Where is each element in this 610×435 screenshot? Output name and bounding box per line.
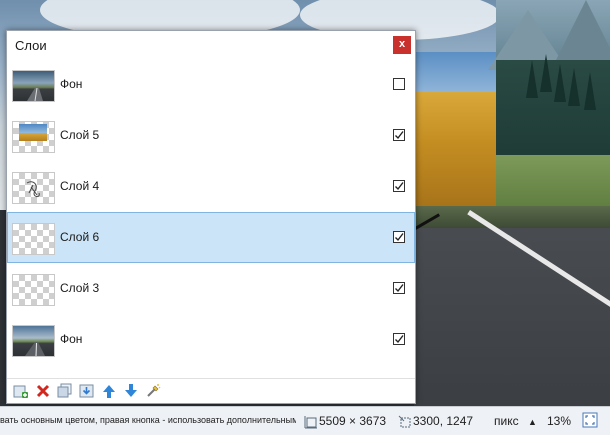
check-icon bbox=[395, 233, 404, 242]
zoom-to-window-icon[interactable] bbox=[582, 412, 598, 431]
layer-row[interactable]: Слой 5 bbox=[7, 110, 415, 161]
layer-thumbnail bbox=[13, 122, 54, 152]
status-hint: вать основным цветом, правая кнопка - ис… bbox=[0, 415, 296, 425]
merge-down-icon[interactable] bbox=[79, 383, 95, 399]
zoom-level[interactable]: 13% bbox=[547, 414, 571, 428]
tree bbox=[526, 60, 538, 98]
move-up-icon[interactable] bbox=[101, 383, 117, 399]
road-shoulder bbox=[414, 206, 610, 228]
units-label: пикс bbox=[494, 414, 519, 428]
cursor-position-value: 3300, 1247 bbox=[413, 414, 474, 428]
tree bbox=[584, 72, 596, 110]
layer-list: Фон Слой 5 Слой 4 Слой 6 Слой 3 Фон bbox=[7, 59, 415, 365]
visibility-checkbox[interactable] bbox=[393, 180, 405, 192]
road bbox=[414, 206, 610, 406]
add-layer-icon[interactable] bbox=[13, 383, 29, 399]
image-size-indicator: 5509 × 3673 bbox=[304, 414, 386, 429]
visibility-checkbox[interactable] bbox=[393, 333, 405, 345]
image-size-icon bbox=[304, 415, 317, 429]
image-size-value: 5509 × 3673 bbox=[319, 414, 387, 428]
window-title: Слои bbox=[15, 38, 47, 53]
visibility-checkbox[interactable] bbox=[393, 282, 405, 294]
status-bar: вать основным цветом, правая кнопка - ис… bbox=[0, 406, 610, 435]
layer-thumbnail bbox=[13, 224, 54, 254]
layer-thumbnail bbox=[13, 275, 54, 305]
cursor-position-icon bbox=[398, 415, 411, 428]
tree bbox=[554, 64, 566, 102]
check-icon bbox=[395, 284, 404, 293]
meadow bbox=[496, 155, 610, 210]
units-selector[interactable]: пикс ▲ bbox=[494, 414, 537, 428]
tree bbox=[568, 68, 580, 106]
layer-name: Слой 4 bbox=[60, 179, 100, 193]
check-icon bbox=[395, 131, 404, 140]
layer-name: Фон bbox=[60, 332, 83, 346]
delete-layer-icon[interactable] bbox=[35, 383, 51, 399]
units-dropdown-arrow-icon[interactable]: ▲ bbox=[528, 417, 537, 427]
forest bbox=[496, 54, 610, 160]
wheat-sky bbox=[414, 52, 496, 92]
duplicate-layer-icon[interactable] bbox=[57, 383, 73, 399]
wheat-field bbox=[414, 92, 496, 206]
layer-row[interactable]: Слой 6 bbox=[7, 212, 415, 263]
move-down-icon[interactable] bbox=[123, 383, 139, 399]
layer-row[interactable]: Фон bbox=[7, 314, 415, 365]
layer-properties-icon[interactable] bbox=[145, 383, 161, 399]
check-icon bbox=[395, 182, 404, 191]
layer-row[interactable]: Слой 4 bbox=[7, 161, 415, 212]
visibility-checkbox[interactable] bbox=[393, 231, 405, 243]
cursor-position-indicator: 3300, 1247 bbox=[398, 414, 473, 429]
check-icon bbox=[395, 335, 404, 344]
visibility-checkbox[interactable] bbox=[393, 129, 405, 141]
close-button[interactable]: x bbox=[393, 36, 411, 54]
layer-row[interactable]: Слой 3 bbox=[7, 263, 415, 314]
visibility-checkbox[interactable] bbox=[393, 78, 405, 90]
layer-name: Слой 6 bbox=[60, 230, 100, 244]
layer-thumbnail bbox=[13, 326, 54, 356]
layer-name: Фон bbox=[60, 77, 83, 91]
layer-thumbnail bbox=[13, 173, 54, 203]
tree bbox=[540, 54, 552, 92]
window-titlebar[interactable]: Слои x bbox=[7, 31, 415, 59]
layer-name: Слой 3 bbox=[60, 281, 100, 295]
layer-row[interactable]: Фон bbox=[7, 59, 415, 110]
layer-thumbnail bbox=[13, 71, 54, 101]
layers-window: Слои x Фон Слой 5 Слой 4 Слой 6 Слой 3 Ф… bbox=[6, 30, 416, 404]
layers-toolbar bbox=[7, 378, 415, 403]
layer-name: Слой 5 bbox=[60, 128, 100, 142]
